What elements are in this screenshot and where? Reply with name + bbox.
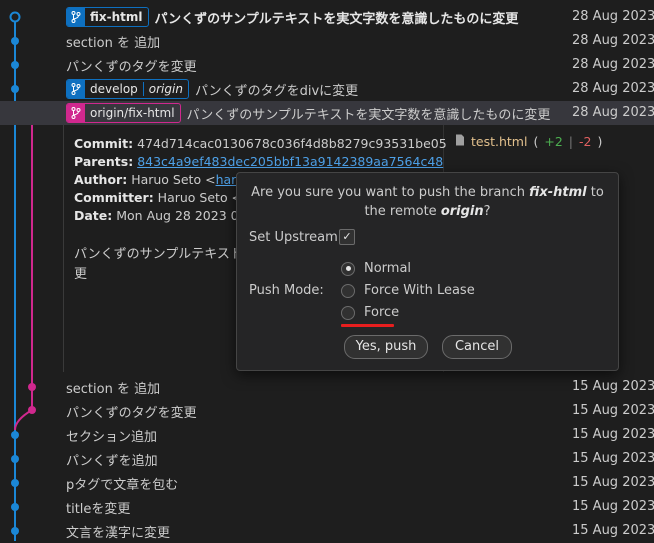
branch-label: origin/fix-html <box>90 106 175 120</box>
yes-push-button[interactable]: Yes, push <box>344 335 428 359</box>
remote-branch-badge[interactable]: origin/fix-html <box>66 103 181 123</box>
commit-date: 15 Aug 2023 1 <box>572 379 654 394</box>
dialog-branch: fix-html <box>529 185 587 200</box>
lines-removed: -2 <box>579 134 592 149</box>
radio-label: Normal <box>364 261 412 276</box>
author-label: Author: <box>74 172 128 187</box>
parents-label: Parents: <box>74 154 134 169</box>
commit-row[interactable]: パンくずのタグを変更 28 Aug 2023 0 <box>0 53 654 77</box>
stat-close-paren: ) <box>597 134 603 149</box>
commit-row[interactable]: パンくずのタグを変更 15 Aug 2023 1 <box>0 399 654 423</box>
stat-open-paren: ( <box>533 134 539 149</box>
dialog-remote: origin <box>440 204 484 219</box>
commit-label: Commit: <box>74 136 134 151</box>
commit-date: 28 Aug 2023 0 <box>572 9 654 24</box>
commit-message: section を 追加 <box>66 35 161 51</box>
commit-date: 15 Aug 2023 1 <box>572 427 654 442</box>
file-icon <box>455 134 465 149</box>
radio-dot[interactable] <box>341 261 355 276</box>
author-name: Haruo Seto < <box>131 172 216 187</box>
commit-row[interactable]: 文言を漢字に変更 15 Aug 2023 1 <box>0 519 654 543</box>
commit-message: titleを変更 <box>66 501 131 517</box>
set-upstream-label: Set Upstream: <box>249 230 343 245</box>
dialog-question: Are you sure you want to push the branch… <box>251 185 604 219</box>
parent-hash-link[interactable]: 843c4a9ef483dec205bbf13a9142389aa7564c48 <box>137 154 443 169</box>
commit-message: 文言を漢字に変更 <box>66 525 171 541</box>
git-branch-icon <box>67 8 85 26</box>
commit-message: section を 追加 <box>66 381 161 397</box>
branch-label: develop <box>90 82 138 96</box>
branch-label: fix-html <box>90 10 143 24</box>
git-branch-icon <box>67 80 85 98</box>
file-name[interactable]: test.html <box>471 134 527 149</box>
commit-message: パンくずのタグを変更 <box>66 59 197 75</box>
commit-date: 28 Aug 2023 0 <box>572 105 654 120</box>
set-upstream-checkbox[interactable]: ✓ <box>339 229 355 245</box>
commit-message: pタグで文章を包む <box>66 477 179 493</box>
cancel-button[interactable]: Cancel <box>442 335 512 359</box>
lines-added: +2 <box>544 134 563 149</box>
push-mode-force-with-lease-radio[interactable]: Force With Lease <box>341 283 475 298</box>
commit-row[interactable]: titleを変更 15 Aug 2023 1 <box>0 495 654 519</box>
remote-label: origin <box>142 82 188 96</box>
commit-row[interactable]: pタグで文章を包む 15 Aug 2023 1 <box>0 471 654 495</box>
commit-date: 15 Aug 2023 1 <box>572 451 654 466</box>
commit-message: セクション追加 <box>66 429 158 445</box>
committer-label: Committer: <box>74 190 154 205</box>
radio-label: Force With Lease <box>364 283 475 298</box>
commit-date: 28 Aug 2023 0 <box>572 81 654 96</box>
radio-label: Force <box>364 305 400 320</box>
commit-date: 15 Aug 2023 1 <box>572 475 654 490</box>
commit-hash: 474d714cac0130678c036f4d8b8279c93531be05 <box>137 136 447 151</box>
date-label: Date: <box>74 208 113 223</box>
commit-row[interactable]: セクション追加 15 Aug 2023 1 <box>0 423 654 447</box>
commit-message: パンくずのサンプルテキストを実文字数を意識したものに変更 <box>154 11 519 27</box>
radio-dot[interactable] <box>341 283 355 298</box>
changed-file[interactable]: test.html ( +2 | -2 ) <box>455 134 602 149</box>
commit-message: パンくずのサンプルテキストを実文字数を意識したものに変更 <box>186 107 551 123</box>
stat-separator: | <box>568 134 573 149</box>
push-confirm-dialog: Are you sure you want to push the branch… <box>236 172 619 371</box>
branch-badge[interactable]: fix-html <box>66 7 149 27</box>
commit-date: 28 Aug 2023 0 <box>572 33 654 48</box>
commit-date: 15 Aug 2023 1 <box>572 523 654 538</box>
push-mode-normal-radio[interactable]: Normal <box>341 261 411 276</box>
commit-date: 15 Aug 2023 1 <box>572 499 654 514</box>
commit-date: 28 Aug 2023 0 <box>572 57 654 72</box>
commit-row[interactable]: develop origin パンくずのタグをdivに変更 28 Aug 202… <box>0 77 654 101</box>
commit-row-selected[interactable]: origin/fix-html パンくずのサンプルテキストを実文字数を意識したも… <box>0 101 654 125</box>
committer-name: Haruo Seto < <box>157 190 243 205</box>
commit-date: 15 Aug 2023 1 <box>572 403 654 418</box>
commit-row[interactable]: section を 追加 28 Aug 2023 0 <box>0 29 654 53</box>
branch-badge[interactable]: develop origin <box>66 79 189 99</box>
radio-dot[interactable] <box>341 305 355 320</box>
commit-message: パンくずのタグを変更 <box>66 405 197 421</box>
commit-row[interactable]: パンくずを追加 15 Aug 2023 1 <box>0 447 654 471</box>
git-branch-icon <box>67 104 85 122</box>
commit-message: パンくずのタグをdivに変更 <box>194 83 359 99</box>
push-mode-force-radio[interactable]: Force <box>341 305 399 320</box>
red-underline-annotation <box>341 324 394 327</box>
checkmark-icon: ✓ <box>342 230 352 243</box>
commit-message: パンくずを追加 <box>66 453 158 469</box>
commit-row[interactable]: section を 追加 15 Aug 2023 1 <box>0 375 654 399</box>
commit-row[interactable]: fix-html パンくずのサンプルテキストを実文字数を意識したものに変更 28… <box>0 5 654 29</box>
push-mode-label: Push Mode: <box>249 283 324 298</box>
